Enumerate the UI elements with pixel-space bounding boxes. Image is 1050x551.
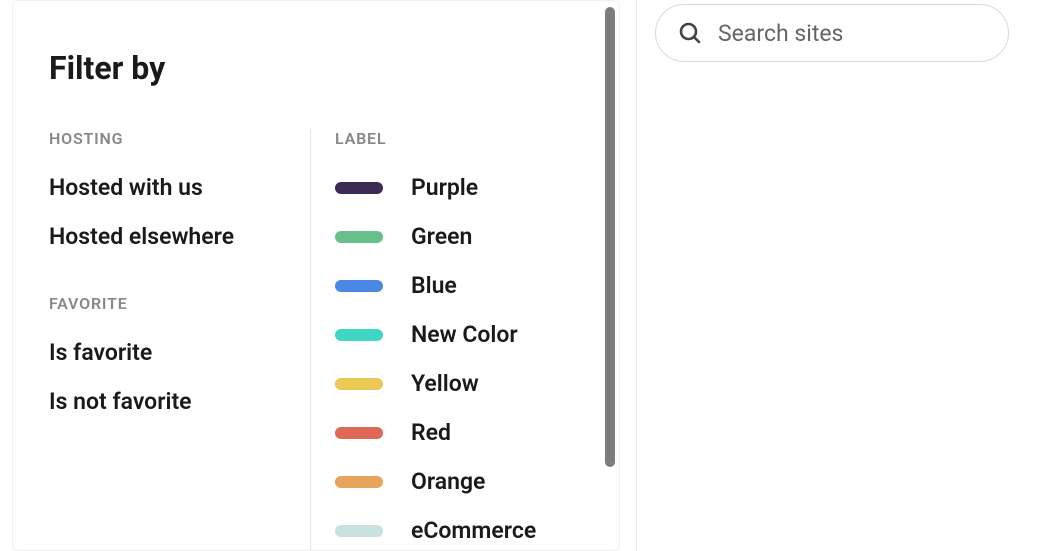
label-text: Purple xyxy=(411,174,478,201)
label-text: Blue xyxy=(411,272,457,299)
right-side xyxy=(636,0,1050,551)
filter-title: Filter by xyxy=(49,49,583,87)
label-text: eCommerce xyxy=(411,517,536,544)
filter-left-column: HOSTING Hosted with us Hosted elsewhere … xyxy=(49,129,311,551)
favorite-option-is[interactable]: Is favorite xyxy=(49,339,290,366)
swatch-yellow xyxy=(335,378,383,390)
swatch-green xyxy=(335,231,383,243)
label-option-yellow[interactable]: Yellow xyxy=(335,370,583,397)
label-option-red[interactable]: Red xyxy=(335,419,583,446)
label-option-new-color[interactable]: New Color xyxy=(335,321,583,348)
swatch-orange xyxy=(335,476,383,488)
filter-columns: HOSTING Hosted with us Hosted elsewhere … xyxy=(49,129,583,551)
label-text: Red xyxy=(411,419,451,446)
label-option-green[interactable]: Green xyxy=(335,223,583,250)
label-option-blue[interactable]: Blue xyxy=(335,272,583,299)
search-input[interactable] xyxy=(718,20,986,47)
hosting-option-elsewhere[interactable]: Hosted elsewhere xyxy=(49,223,290,250)
swatch-red xyxy=(335,427,383,439)
label-option-purple[interactable]: Purple xyxy=(335,174,583,201)
swatch-new-color xyxy=(335,329,383,341)
filter-right-column: LABEL Purple Green Blue New Color Yellow xyxy=(311,129,583,551)
swatch-blue xyxy=(335,280,383,292)
hosting-header: HOSTING xyxy=(49,129,290,148)
swatch-ecommerce xyxy=(335,525,383,537)
label-text: Orange xyxy=(411,468,485,495)
label-text: New Color xyxy=(411,321,518,348)
label-text: Yellow xyxy=(411,370,479,397)
favorite-option-is-not[interactable]: Is not favorite xyxy=(49,388,290,415)
filter-panel: Filter by HOSTING Hosted with us Hosted … xyxy=(12,0,620,551)
swatch-purple xyxy=(335,182,383,194)
label-option-ecommerce[interactable]: eCommerce xyxy=(335,517,583,544)
search-container[interactable] xyxy=(655,4,1009,62)
label-text: Green xyxy=(411,223,472,250)
favorite-header: FAVORITE xyxy=(49,294,290,313)
hosting-option-with-us[interactable]: Hosted with us xyxy=(49,174,290,201)
label-header: LABEL xyxy=(335,129,583,148)
search-icon xyxy=(678,21,702,45)
scrollbar[interactable] xyxy=(605,7,615,467)
label-option-orange[interactable]: Orange xyxy=(335,468,583,495)
